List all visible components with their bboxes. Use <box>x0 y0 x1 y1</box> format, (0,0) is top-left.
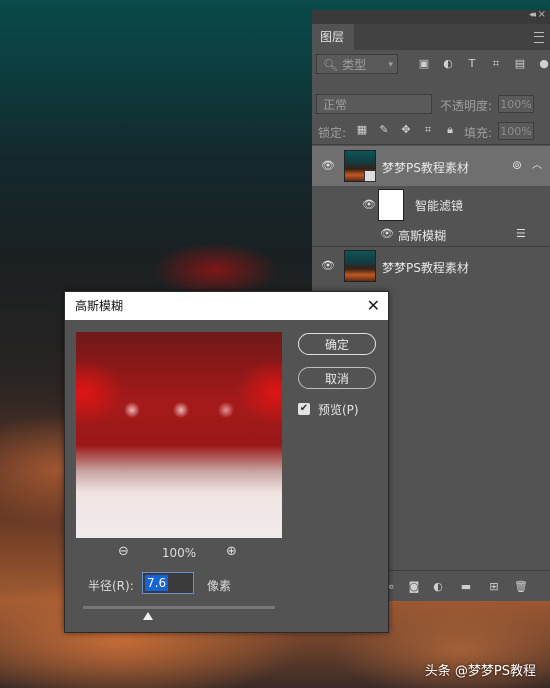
zoom-level: 100% <box>161 546 197 560</box>
radius-input[interactable]: 7.6 <box>142 572 194 594</box>
lock-label: 锁定: <box>318 126 347 140</box>
panel-topbar: ◂◂ × <box>312 9 550 24</box>
layer-name: 梦梦PS教程素材 <box>382 161 469 175</box>
watermark: 头条 @梦梦PS教程 <box>424 664 536 679</box>
gaussian-blur-dialog: 高斯模糊 ✕ ⊖ 100% ⊕ 确定 取消 ✔ 预览(P) 半径(R): 7.6… <box>64 291 389 633</box>
layer-thumbnail <box>344 250 376 282</box>
opacity-field[interactable]: 100% <box>498 95 534 113</box>
fill-field[interactable]: 100% <box>498 122 534 140</box>
smart-filter-label: 智能滤镜 <box>415 199 464 213</box>
chevron-down-icon: ▾ <box>388 60 393 70</box>
lock-all-icon[interactable]: 🔒︎ <box>444 124 456 136</box>
panel-tabbar: 图层 <box>312 24 550 50</box>
blend-mode-select[interactable]: 正常 <box>316 94 432 114</box>
trash-icon[interactable]: 🗑︎ <box>514 581 528 593</box>
opacity-label: 不透明度: <box>440 99 493 113</box>
dialog-titlebar[interactable]: 高斯模糊 ✕ <box>65 292 388 320</box>
preview-label[interactable]: 预览(P) <box>318 401 359 418</box>
divider <box>312 144 550 145</box>
blur-preview[interactable] <box>76 332 282 538</box>
smart-filter-row[interactable]: 👁︎ 智能滤镜 <box>312 186 550 224</box>
layer-row-base[interactable]: 👁︎ 梦梦PS教程素材 <box>312 246 550 286</box>
blend-row: 正常 不透明度: 100% <box>312 88 550 118</box>
smart-object-badge-icon <box>364 170 376 182</box>
zoom-in-icon[interactable]: ⊕ <box>226 545 240 559</box>
new-group-icon[interactable]: ▬ <box>460 581 472 593</box>
panel-menu-icon[interactable] <box>534 32 544 43</box>
collapse-panel-icon[interactable]: ◂◂ <box>529 10 536 20</box>
chevron-up-icon[interactable]: ︿ <box>532 156 542 171</box>
radius-value: 7.6 <box>145 575 169 591</box>
lock-position-icon[interactable]: ✥ <box>400 124 412 136</box>
adjustment-filter-icon[interactable]: ◐ <box>442 58 454 70</box>
layer-name: 梦梦PS教程素材 <box>382 261 469 275</box>
radius-slider-track[interactable] <box>83 606 275 609</box>
close-icon[interactable]: ✕ <box>367 292 380 320</box>
ok-button[interactable]: 确定 <box>298 333 376 355</box>
filter-options-icon[interactable]: ☰ <box>516 227 526 240</box>
radius-slider-thumb[interactable] <box>143 612 154 620</box>
filter-toggle-icon[interactable]: ● <box>538 58 550 70</box>
eye-icon[interactable]: 👁︎ <box>321 260 335 271</box>
filter-entry-label: 高斯模糊 <box>398 229 447 243</box>
preview-checkbox[interactable]: ✔ <box>298 403 310 415</box>
search-icon: 🔍︎ <box>323 58 339 72</box>
lock-image-icon[interactable]: ✎ <box>378 124 390 136</box>
layer-kind-label: 类型 <box>342 58 367 72</box>
zoom-row: ⊖ 100% ⊕ <box>76 544 282 564</box>
smart-filter-icon: ⊚ <box>512 158 523 172</box>
layer-kind-filter[interactable]: 🔍︎ 类型 ▾ <box>316 54 398 74</box>
type-filter-icon[interactable]: T <box>466 58 478 70</box>
lock-transparent-icon[interactable]: ▦ <box>356 124 368 136</box>
eye-icon[interactable]: 👁︎ <box>380 228 394 239</box>
fill-label: 填充: <box>464 126 493 140</box>
layer-filter-row: 🔍︎ 类型 ▾ ▣ ◐ T ⌗ ▤ ● <box>312 50 550 78</box>
adjustment-layer-icon[interactable]: ◐ <box>432 581 444 593</box>
smart-object-filter-icon[interactable]: ▤ <box>514 58 526 70</box>
new-layer-icon[interactable]: ⊞ <box>488 581 500 593</box>
smart-filter-mask-thumbnail <box>378 189 404 221</box>
eye-icon[interactable]: 👁︎ <box>362 199 376 210</box>
pixel-filter-icon[interactable]: ▣ <box>418 58 430 70</box>
radius-label: 半径(R): <box>88 579 134 593</box>
panel-close-icon[interactable]: × <box>538 9 546 20</box>
eye-icon[interactable]: 👁︎ <box>321 160 335 171</box>
lock-artboard-icon[interactable]: ⌗ <box>422 124 434 136</box>
cancel-button[interactable]: 取消 <box>298 367 376 389</box>
dialog-title: 高斯模糊 <box>75 299 124 313</box>
radius-unit: 像素 <box>207 579 232 593</box>
filter-entry-row[interactable]: 👁︎ 高斯模糊 ☰ <box>312 224 550 246</box>
shape-filter-icon[interactable]: ⌗ <box>490 58 502 70</box>
tab-layers[interactable]: 图层 <box>312 24 354 50</box>
add-mask-icon[interactable]: ◙ <box>408 581 420 593</box>
layer-row-smart-object[interactable]: 👁︎ 梦梦PS教程素材 ⊚ ︿ <box>312 146 550 186</box>
lock-row: 锁定: ▦ ✎ ✥ ⌗ 🔒︎ 填充: 100% <box>312 118 550 144</box>
